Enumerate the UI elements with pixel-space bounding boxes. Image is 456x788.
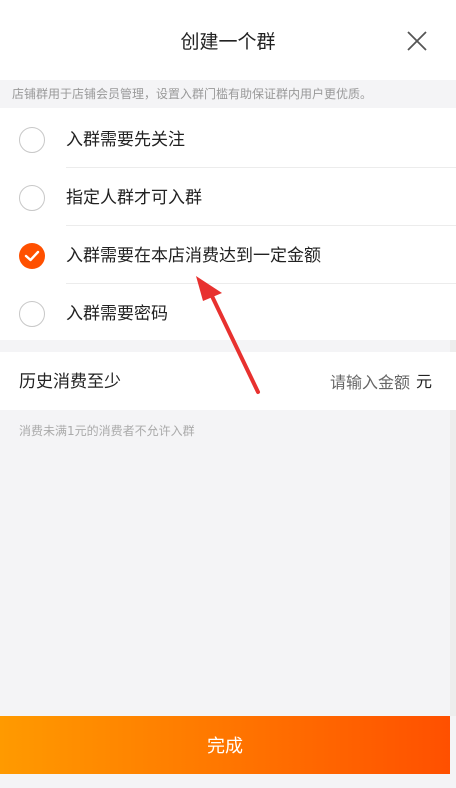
amount-input[interactable] xyxy=(270,369,410,395)
option-specified-group[interactable]: 指定人群才可入群 xyxy=(0,168,456,226)
amount-unit: 元 xyxy=(415,372,432,391)
done-button[interactable]: 完成 xyxy=(0,716,450,774)
option-password[interactable]: 入群需要密码 xyxy=(0,284,456,342)
amount-label: 历史消费至少 xyxy=(19,372,121,392)
radio-unchecked-icon[interactable] xyxy=(19,185,45,211)
option-follow-required[interactable]: 入群需要先关注 xyxy=(0,110,456,168)
option-label: 入群需要先关注 xyxy=(66,130,185,150)
radio-unchecked-icon[interactable] xyxy=(19,127,45,153)
option-list: 入群需要先关注 指定人群才可入群 入群需要在本店消费达到一定金额 入群需要密码 xyxy=(0,108,456,340)
radio-checked-icon[interactable] xyxy=(19,243,45,269)
page-title: 创建一个群 xyxy=(180,30,276,53)
dialog-header: 创建一个群 xyxy=(0,0,456,80)
notice-text: 店铺群用于店铺会员管理，设置入群门槛有助保证群内用户更优质。 xyxy=(0,80,456,108)
hint-text: 消费未满1元的消费者不允许入群 xyxy=(19,424,195,438)
close-icon[interactable] xyxy=(406,30,428,52)
option-min-spend[interactable]: 入群需要在本店消费达到一定金额 xyxy=(0,226,456,284)
option-label: 指定人群才可入群 xyxy=(66,188,202,208)
option-label: 入群需要密码 xyxy=(66,304,168,324)
option-label: 入群需要在本店消费达到一定金额 xyxy=(66,246,321,266)
radio-unchecked-icon[interactable] xyxy=(19,301,45,327)
amount-row: 历史消费至少 元 xyxy=(0,352,456,410)
